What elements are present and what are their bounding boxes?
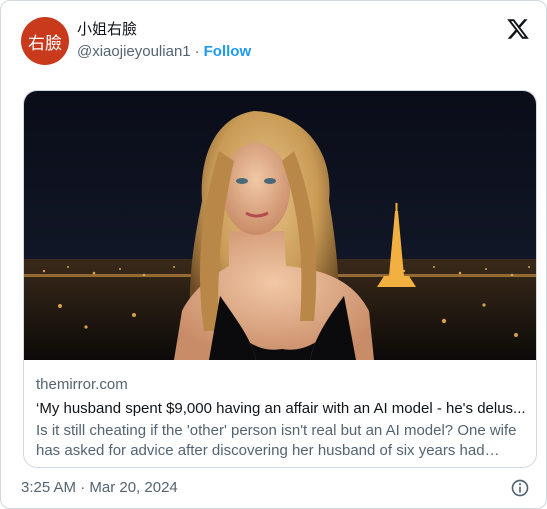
card-text: themirror.com ‘My husband spent $9,000 h… xyxy=(36,375,528,461)
card-title: ‘My husband spent $9,000 having an affai… xyxy=(36,400,526,417)
timestamp-link[interactable]: 3:25 AM · Mar 20, 2024 xyxy=(21,479,178,496)
tweet-footer: 3:25 AM · Mar 20, 2024 xyxy=(21,477,532,499)
card-description: Is it still cheating if the 'other' pers… xyxy=(36,422,517,459)
user-handle[interactable]: @xiaojieyoulian1 xyxy=(77,43,191,60)
display-name[interactable]: 小姐右臉 xyxy=(77,19,251,39)
info-icon[interactable] xyxy=(510,478,530,498)
tweet-embed: 右臉 小姐右臉 @xiaojieyoulian1 · Follow themir… xyxy=(0,0,547,509)
avatar-text: 右臉 xyxy=(28,33,62,54)
link-card[interactable]: themirror.com ‘My husband spent $9,000 h… xyxy=(23,90,537,468)
author-names: 小姐右臉 @xiaojieyoulian1 · Follow xyxy=(77,19,251,62)
follow-button[interactable]: Follow xyxy=(204,43,252,60)
x-logo-icon[interactable] xyxy=(506,17,530,41)
avatar[interactable]: 右臉 xyxy=(21,17,69,65)
card-image xyxy=(24,91,536,360)
card-domain: themirror.com xyxy=(36,376,128,393)
handle-row: @xiaojieyoulian1 · Follow xyxy=(77,42,251,62)
separator-dot: · xyxy=(194,43,200,60)
tweet-header: 右臉 小姐右臉 @xiaojieyoulian1 · Follow xyxy=(19,15,532,71)
